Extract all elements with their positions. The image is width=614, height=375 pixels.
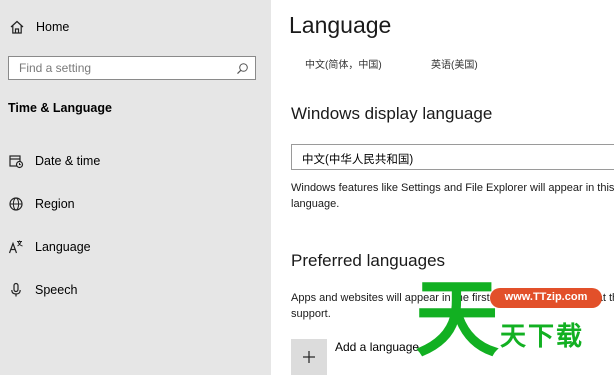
section-heading: Time & Language [8, 101, 112, 115]
search-placeholder: Find a setting [19, 61, 92, 75]
watermark-logo: 天 www.TTzip.com 天下载 [415, 274, 614, 375]
sidebar-item-region[interactable]: Region [0, 189, 271, 219]
sidebar-item-date-time[interactable]: Date & time [0, 146, 271, 176]
add-language-button[interactable] [291, 339, 327, 375]
home-icon [10, 20, 24, 34]
watermark-url: www.TTzip.com [504, 291, 588, 303]
calendar-clock-icon [9, 155, 24, 169]
watermark-big-char: 天 [415, 270, 500, 368]
sidebar-item-label: Speech [35, 283, 78, 297]
search-input[interactable]: Find a setting [8, 56, 256, 80]
search-icon[interactable] [236, 62, 249, 75]
microphone-icon [11, 282, 21, 297]
sidebar: Home Find a setting Time & Language Date… [0, 0, 271, 375]
display-language-value: 中文(中华人民共和国) [302, 154, 414, 166]
preferred-languages-heading: Preferred languages [291, 251, 446, 270]
language-tile-zh-cn[interactable]: 中文(简体，中国) [305, 56, 382, 71]
language-tile-en-us[interactable]: 英语(美国) [431, 56, 478, 71]
home-label: Home [36, 20, 70, 34]
page-title: Language [289, 12, 392, 38]
display-language-description: Windows features like Settings and File … [291, 182, 614, 210]
sidebar-item-label: Language [35, 240, 91, 254]
language-icon [8, 240, 23, 254]
sidebar-item-label: Region [35, 197, 75, 211]
home-nav-item[interactable]: Home [0, 12, 271, 42]
globe-icon [9, 197, 23, 211]
sidebar-item-language[interactable]: Language [0, 232, 271, 262]
sidebar-item-speech[interactable]: Speech [0, 275, 271, 305]
display-language-select[interactable]: 中文(中华人民共和国) [291, 144, 614, 170]
add-language-label[interactable]: Add a language [335, 340, 419, 354]
sidebar-item-label: Date & time [35, 154, 101, 168]
plus-icon [303, 351, 315, 363]
watermark-url-badge: www.TTzip.com [490, 288, 602, 308]
watermark-text: 天下载 [500, 322, 585, 352]
display-language-heading: Windows display language [291, 104, 493, 123]
